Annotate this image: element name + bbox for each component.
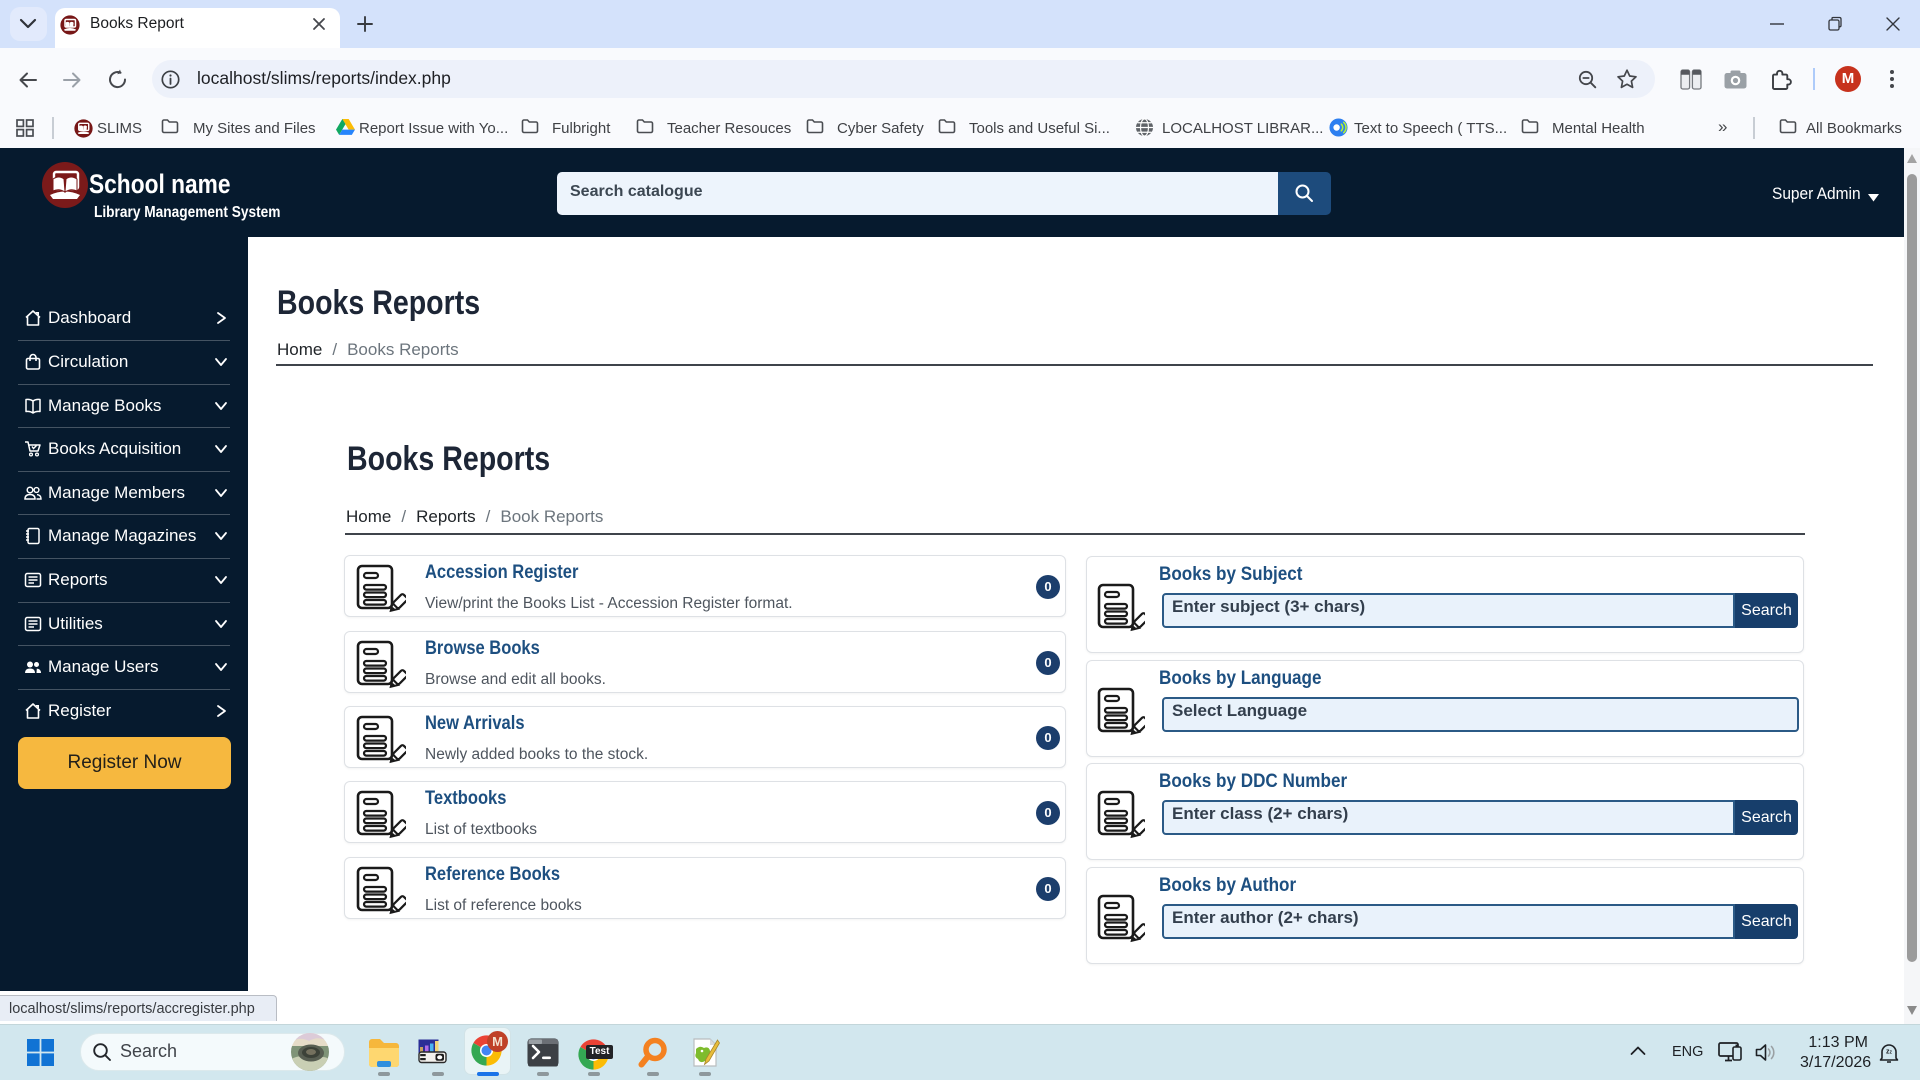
svg-text:zz: zz [1886,1049,1893,1056]
